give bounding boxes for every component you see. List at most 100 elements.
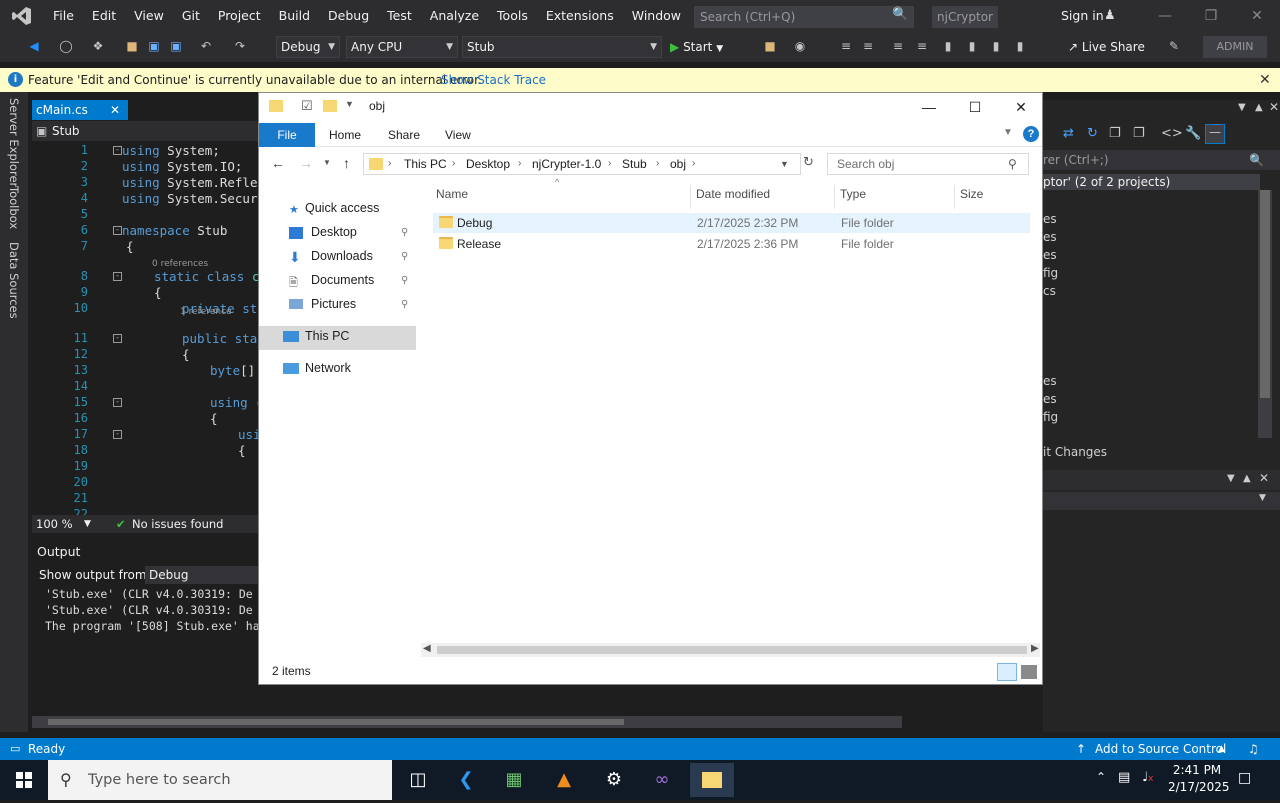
quick-search-input[interactable]: Search (Ctrl+Q) <box>694 6 914 28</box>
refresh-icon[interactable]: ↻ <box>1087 126 1098 141</box>
solution-scrollbar[interactable] <box>1258 190 1272 438</box>
chevron-down-icon[interactable]: ▼ <box>1227 473 1235 484</box>
live-share-button[interactable]: ↗ Live Share <box>1068 36 1145 58</box>
code-line[interactable]: static class cM <box>154 269 258 284</box>
customize-quick-access-icon[interactable]: ▼ <box>345 99 354 109</box>
maximize-icon[interactable]: ❐ <box>1188 0 1234 32</box>
step-over-icon[interactable]: ≡ <box>860 38 876 54</box>
menu-build[interactable]: Build <box>270 0 319 32</box>
preview-icon[interactable]: — <box>1205 124 1225 144</box>
code-line[interactable]: byte[] <box>210 363 255 378</box>
large-icons-view-icon[interactable] <box>1021 665 1037 679</box>
explorer-search-input[interactable]: Search obj ⚲ <box>827 153 1029 175</box>
nav-item-desktop[interactable]: Desktop <box>311 225 357 239</box>
tree-item[interactable]: es <box>1043 230 1057 244</box>
nav-item-quick-access[interactable]: Quick access <box>305 201 379 215</box>
ribbon-tab-view[interactable]: View <box>445 123 471 147</box>
ribbon-tab-home[interactable]: Home <box>329 123 361 147</box>
bookmark-prev-icon[interactable]: ▮ <box>964 38 980 54</box>
code-line[interactable]: { <box>126 239 134 254</box>
fold-toggle-icon[interactable]: - <box>113 398 122 407</box>
align-right-icon[interactable]: ≡ <box>914 38 930 54</box>
camera-icon[interactable]: ◉ <box>792 38 808 54</box>
nav-item-network[interactable]: Network <box>305 361 351 375</box>
chevron-down-icon[interactable]: ▼ <box>780 154 789 174</box>
action-center-icon[interactable]: □ <box>1238 770 1251 786</box>
minimize-icon[interactable]: — <box>906 93 952 121</box>
chevron-down-icon[interactable]: ▼ <box>1238 102 1246 113</box>
column-header-date[interactable]: Date modified <box>696 187 770 201</box>
column-header-type[interactable]: Type <box>840 187 866 201</box>
show-all-icon[interactable]: ❐ <box>1133 126 1145 141</box>
fold-toggle-icon[interactable]: - <box>113 146 122 155</box>
close-icon[interactable]: ✕ <box>998 93 1044 121</box>
recent-locations-icon[interactable]: ▼ <box>323 158 331 167</box>
menu-extensions[interactable]: Extensions <box>537 0 623 32</box>
chevron-down-icon[interactable]: ▼ <box>84 515 91 533</box>
forward-arrow-icon[interactable]: → <box>299 155 313 171</box>
file-explorer-taskbar-icon[interactable] <box>690 763 734 797</box>
column-divider[interactable] <box>834 185 835 209</box>
code-line[interactable]: using System.IO; <box>122 159 242 174</box>
scroll-right-icon[interactable]: ▶ <box>1031 643 1039 654</box>
nav-item-documents[interactable]: Documents <box>311 273 374 287</box>
scroll-thumb[interactable] <box>1260 190 1270 398</box>
show-stack-trace-link[interactable]: Show Stack Trace <box>441 68 546 92</box>
chevron-up-icon[interactable]: ▲ <box>1218 738 1225 760</box>
start-debug-button[interactable]: ▶ Start ▼ <box>670 36 723 58</box>
menu-project[interactable]: Project <box>209 0 270 32</box>
windows-start-icon[interactable] <box>0 760 48 800</box>
column-header-size[interactable]: Size <box>960 187 983 201</box>
code-editor[interactable]: 1 using System; 2 using System.IO; 3 using Sy… <box>32 141 258 515</box>
bookmark-next-icon[interactable]: ▮ <box>988 38 1004 54</box>
code-line[interactable]: { <box>182 347 190 362</box>
feedback-icon[interactable]: ✎ <box>1166 38 1182 54</box>
solution-node[interactable]: ptor' (2 of 2 projects) <box>1043 174 1260 190</box>
tab-toolbox[interactable]: Toolbox <box>7 186 21 229</box>
navigation-bar[interactable]: ▣ Stub <box>32 121 258 141</box>
menu-window[interactable]: Window <box>623 0 690 32</box>
chevron-up-icon[interactable]: ⌃ <box>1096 770 1106 784</box>
tree-item[interactable]: cs <box>1043 284 1056 298</box>
sign-in-link[interactable]: Sign in <box>1061 0 1104 32</box>
breadcrumb-this-pc[interactable]: This PC <box>404 154 447 174</box>
undo-icon[interactable]: ↶ <box>198 38 214 54</box>
pin-icon[interactable]: ▲ <box>1243 473 1251 484</box>
menu-git[interactable]: Git <box>173 0 209 32</box>
tab-data-sources[interactable]: Data Sources <box>7 242 21 319</box>
details-view-icon[interactable] <box>997 663 1017 681</box>
menu-analyze[interactable]: Analyze <box>421 0 488 32</box>
code-line[interactable]: { <box>238 443 246 458</box>
settings-gear-icon[interactable]: ⚙ <box>592 763 636 797</box>
fold-toggle-icon[interactable]: - <box>113 226 122 235</box>
refresh-icon[interactable]: ↻ <box>803 154 814 170</box>
output-source-select[interactable]: Debug <box>145 566 258 584</box>
tree-item[interactable]: es <box>1043 374 1057 388</box>
add-to-source-control-button[interactable]: Add to Source Control <box>1095 738 1226 760</box>
open-folder-icon[interactable]: ■ <box>124 38 140 54</box>
pin-icon[interactable]: ⚲ <box>401 227 408 238</box>
nav-item-pictures[interactable]: Pictures <box>311 297 356 311</box>
column-divider[interactable] <box>954 185 955 209</box>
redo-icon[interactable]: ↷ <box>232 38 248 54</box>
menu-view[interactable]: View <box>125 0 173 32</box>
ribbon-tab-share[interactable]: Share <box>388 123 420 147</box>
menu-test[interactable]: Test <box>378 0 421 32</box>
user-icon[interactable]: ♟ <box>1104 8 1116 23</box>
breadcrumb-njcrypter[interactable]: njCrypter-1.0 <box>532 154 601 174</box>
minimize-icon[interactable]: — <box>1142 0 1188 32</box>
pin-icon[interactable]: ▲ <box>1255 102 1263 113</box>
menu-debug[interactable]: Debug <box>319 0 378 32</box>
new-folder-icon[interactable] <box>323 100 337 112</box>
back-arrow-icon[interactable]: ← <box>271 155 285 171</box>
search-icon[interactable]: 🔍 <box>892 7 910 25</box>
ribbon-tab-file[interactable]: File <box>259 123 315 147</box>
file-row-debug[interactable]: Debug 2/17/2025 2:32 PM File folder <box>433 213 1030 233</box>
code-line[interactable]: using ( <box>210 395 258 410</box>
platform-select[interactable]: Any CPU ▼ <box>346 36 458 58</box>
code-line[interactable]: { <box>210 411 218 426</box>
network-icon[interactable]: ▤ <box>1118 770 1130 785</box>
task-view-icon[interactable]: ◫ <box>396 763 440 797</box>
code-line[interactable]: { <box>154 285 162 300</box>
output-text[interactable]: 'Stub.exe' (CLR v4.0.30319: De 'Stub.exe'… <box>36 587 258 717</box>
